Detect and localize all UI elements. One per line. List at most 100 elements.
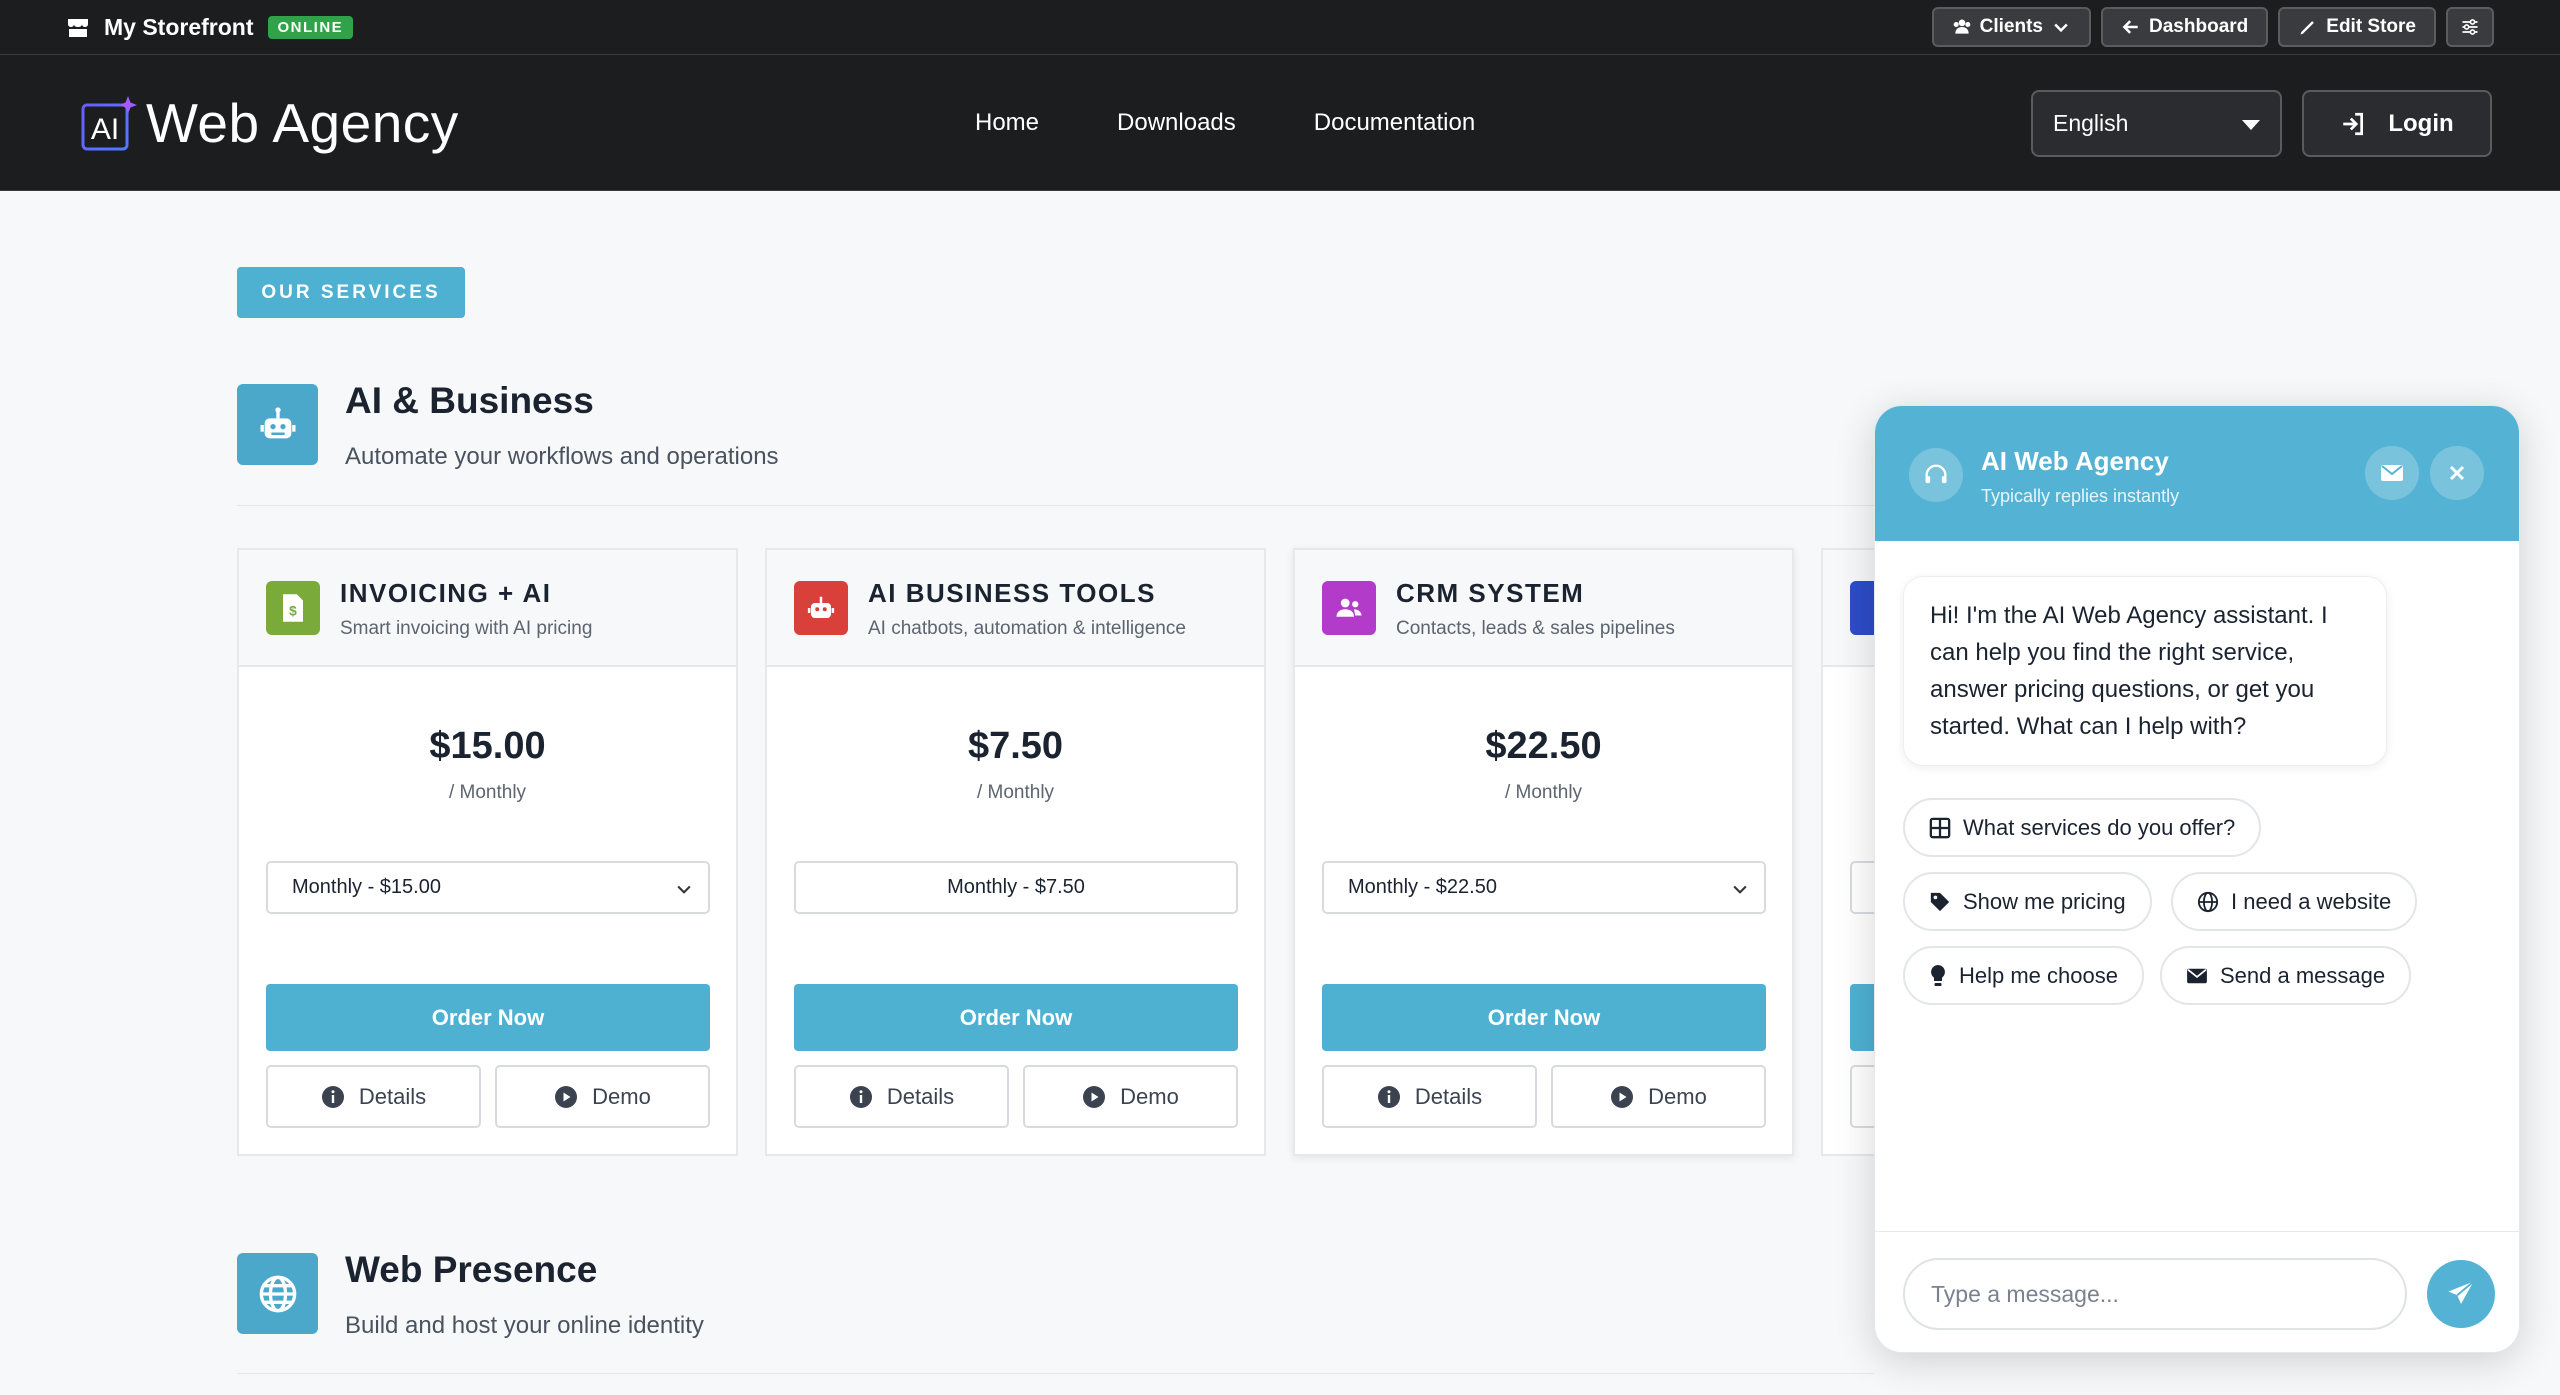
service-card-crm-system: CRM SYSTEM Contacts, leads & sales pipel…	[1293, 548, 1794, 1156]
chat-footer: Type a message...	[1875, 1231, 2519, 1352]
section-label: OUR SERVICES	[237, 267, 465, 318]
play-circle-icon	[1083, 1085, 1106, 1108]
chat-widget: AI Web Agency Typically replies instantl…	[1874, 405, 2520, 1353]
users-icon	[1322, 581, 1376, 635]
chat-email-button[interactable]	[2365, 446, 2419, 500]
quick-reply-pricing[interactable]: Show me pricing	[1903, 872, 2152, 931]
card-title: CRM SYSTEM	[1396, 578, 1585, 608]
order-now-button[interactable]: Order Now	[794, 984, 1238, 1051]
order-now-button[interactable]: Order Now	[1322, 984, 1766, 1051]
clients-label: Clients	[1979, 16, 2044, 37]
quick-reply-label: Help me choose	[1959, 962, 2118, 988]
quick-reply-send-message[interactable]: Send a message	[2160, 946, 2412, 1005]
billing-cycle-select[interactable]: Monthly - $7.50	[794, 861, 1238, 914]
quick-reply-label: I need a website	[2231, 888, 2392, 914]
category-title-web-presence: Web Presence	[345, 1249, 598, 1290]
invoice-icon: $	[266, 581, 320, 635]
users-icon	[1953, 19, 1970, 34]
chat-agent-status: Typically replies instantly	[1981, 486, 2180, 506]
chat-header: AI Web Agency Typically replies instantl…	[1875, 406, 2519, 541]
billing-cycle-value: Monthly - $7.50	[947, 876, 1085, 898]
card-subtitle: AI chatbots, automation & intelligence	[868, 618, 1186, 639]
admin-bar-store: My Storefront ONLINE	[66, 0, 354, 55]
card-price: $15.00	[429, 725, 546, 767]
dashboard-label: Dashboard	[2149, 16, 2249, 37]
category-divider	[237, 505, 1874, 506]
play-circle-icon	[555, 1085, 578, 1108]
chat-send-button[interactable]	[2427, 1260, 2495, 1328]
card-period: / Monthly	[448, 782, 527, 803]
sign-in-icon	[2343, 112, 2364, 135]
card-price: $22.50	[1485, 725, 1602, 767]
quick-reply-label: Send a message	[2220, 962, 2386, 988]
caret-down-icon	[2242, 120, 2260, 130]
chevron-down-icon	[677, 885, 691, 894]
billing-cycle-select[interactable]: Monthly - $22.50	[1322, 861, 1766, 914]
details-button[interactable]: Details	[266, 1065, 481, 1128]
nav-downloads[interactable]: Downloads	[1117, 109, 1236, 137]
paper-plane-icon	[2448, 1280, 2475, 1304]
billing-cycle-select[interactable]: Monthly - $15.00	[266, 861, 710, 914]
service-card-invoicing: $ INVOICING + AI Smart invoicing with AI…	[237, 548, 738, 1156]
admin-bar: My Storefront ONLINE Clients Dashboard E…	[0, 0, 2560, 55]
demo-button[interactable]: Demo	[1551, 1065, 1766, 1128]
settings-sliders-button[interactable]	[2446, 7, 2494, 47]
quick-reply-help-choose[interactable]: Help me choose	[1903, 946, 2144, 1005]
demo-button[interactable]: Demo	[495, 1065, 710, 1128]
login-label: Login	[2388, 109, 2454, 137]
language-select[interactable]: English	[2031, 90, 2282, 157]
details-button[interactable]: Details	[1322, 1065, 1537, 1128]
chat-message-input[interactable]: Type a message...	[1903, 1258, 2407, 1330]
chat-close-button[interactable]	[2430, 446, 2484, 500]
chat-input-placeholder: Type a message...	[1931, 1280, 2119, 1307]
logo-mark-text: AI	[91, 113, 119, 146]
status-badge: ONLINE	[267, 16, 354, 39]
arrow-left-icon	[2122, 20, 2138, 34]
category-title-ai-business: AI & Business	[345, 380, 594, 421]
store-title: My Storefront	[104, 14, 254, 40]
envelope-icon	[2381, 465, 2403, 481]
card-price: $7.50	[967, 725, 1064, 767]
category-subtitle-web-presence: Build and host your online identity	[345, 1312, 704, 1339]
globe-icon	[237, 1253, 318, 1334]
dashboard-button[interactable]: Dashboard	[2101, 7, 2269, 47]
lightbulb-icon	[1931, 964, 1945, 986]
edit-store-button[interactable]: Edit Store	[2278, 7, 2436, 47]
chevron-down-icon	[2054, 23, 2068, 33]
order-now-button[interactable]: Order Now	[266, 984, 710, 1051]
nav-home[interactable]: Home	[975, 109, 1039, 137]
details-button[interactable]: Details	[794, 1065, 1009, 1128]
logo-ai-icon: AI	[81, 96, 137, 151]
headset-icon	[1909, 448, 1963, 502]
card-period: / Monthly	[976, 782, 1055, 803]
edit-store-label: Edit Store	[2326, 16, 2416, 37]
details-label: Details	[886, 1083, 955, 1109]
card-subtitle: Contacts, leads & sales pipelines	[1396, 618, 1675, 639]
demo-button[interactable]: Demo	[1023, 1065, 1238, 1128]
robot-icon	[794, 581, 848, 635]
card-title: INVOICING + AI	[340, 578, 552, 608]
store-icon	[68, 18, 88, 37]
clients-dropdown-button[interactable]: Clients	[1931, 7, 2092, 47]
tag-icon	[1930, 892, 1950, 911]
login-button[interactable]: Login	[2302, 90, 2492, 157]
card-header: AI BUSINESS TOOLS AI chatbots, automatio…	[767, 550, 1264, 667]
quick-reply-website[interactable]: I need a website	[2171, 872, 2418, 931]
nav-documentation[interactable]: Documentation	[1314, 109, 1475, 137]
robot-icon	[237, 384, 318, 465]
billing-cycle-value: Monthly - $15.00	[292, 876, 441, 898]
site-header: AI Web Agency Home Downloads Documentati…	[0, 55, 2560, 191]
details-label: Details	[1414, 1083, 1483, 1109]
info-icon	[321, 1085, 344, 1108]
service-card-ai-business-tools: AI BUSINESS TOOLS AI chatbots, automatio…	[765, 548, 1266, 1156]
sliders-icon	[2462, 19, 2478, 35]
card-subtitle: Smart invoicing with AI pricing	[340, 618, 593, 639]
logo-text: Web Agency	[146, 92, 459, 154]
quick-reply-services[interactable]: What services do you offer?	[1903, 798, 2262, 857]
svg-text:$: $	[289, 604, 297, 619]
demo-label: Demo	[1648, 1083, 1707, 1109]
details-label: Details	[358, 1083, 427, 1109]
site-logo[interactable]: AI Web Agency	[80, 91, 459, 155]
globe-icon	[2197, 891, 2219, 912]
card-header: CRM SYSTEM Contacts, leads & sales pipel…	[1295, 550, 1792, 667]
